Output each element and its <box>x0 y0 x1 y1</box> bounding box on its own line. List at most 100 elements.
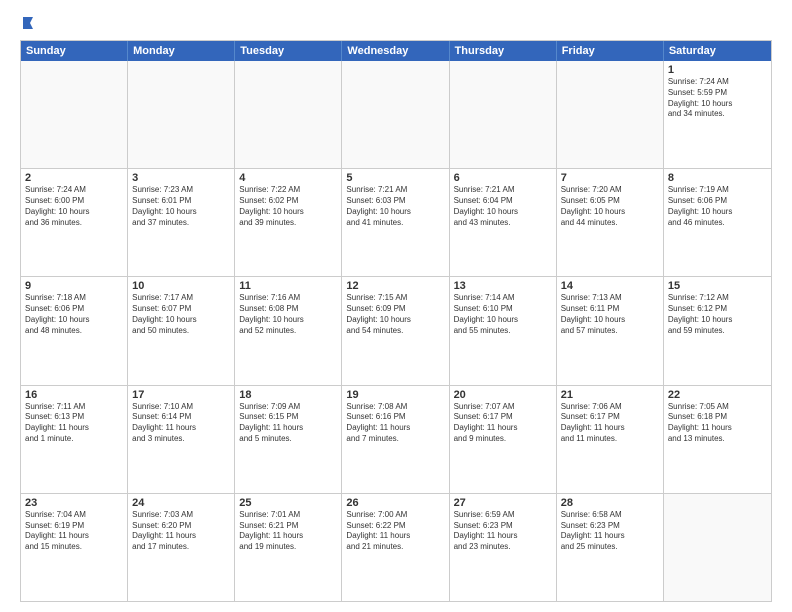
day-number: 16 <box>25 389 123 401</box>
calendar-body: 1Sunrise: 7:24 AM Sunset: 5:59 PM Daylig… <box>21 61 771 601</box>
header-wednesday: Wednesday <box>342 41 449 61</box>
header-monday: Monday <box>128 41 235 61</box>
day-info: Sunrise: 7:10 AM Sunset: 6:14 PM Dayligh… <box>132 402 230 445</box>
table-row: 8Sunrise: 7:19 AM Sunset: 6:06 PM Daylig… <box>664 169 771 276</box>
day-info: Sunrise: 7:16 AM Sunset: 6:08 PM Dayligh… <box>239 293 337 336</box>
header-saturday: Saturday <box>664 41 771 61</box>
table-row: 9Sunrise: 7:18 AM Sunset: 6:06 PM Daylig… <box>21 277 128 384</box>
table-row: 4Sunrise: 7:22 AM Sunset: 6:02 PM Daylig… <box>235 169 342 276</box>
day-info: Sunrise: 7:11 AM Sunset: 6:13 PM Dayligh… <box>25 402 123 445</box>
day-number: 23 <box>25 497 123 509</box>
logo-flag-icon <box>21 16 35 30</box>
table-row <box>557 61 664 168</box>
table-row: 6Sunrise: 7:21 AM Sunset: 6:04 PM Daylig… <box>450 169 557 276</box>
day-info: Sunrise: 7:24 AM Sunset: 6:00 PM Dayligh… <box>25 185 123 228</box>
table-row: 14Sunrise: 7:13 AM Sunset: 6:11 PM Dayli… <box>557 277 664 384</box>
table-row: 16Sunrise: 7:11 AM Sunset: 6:13 PM Dayli… <box>21 386 128 493</box>
calendar-row-0: 1Sunrise: 7:24 AM Sunset: 5:59 PM Daylig… <box>21 61 771 169</box>
day-info: Sunrise: 7:03 AM Sunset: 6:20 PM Dayligh… <box>132 510 230 553</box>
day-number: 7 <box>561 172 659 184</box>
table-row: 13Sunrise: 7:14 AM Sunset: 6:10 PM Dayli… <box>450 277 557 384</box>
day-info: Sunrise: 7:19 AM Sunset: 6:06 PM Dayligh… <box>668 185 767 228</box>
day-info: Sunrise: 7:20 AM Sunset: 6:05 PM Dayligh… <box>561 185 659 228</box>
day-number: 22 <box>668 389 767 401</box>
day-number: 25 <box>239 497 337 509</box>
day-number: 20 <box>454 389 552 401</box>
day-number: 3 <box>132 172 230 184</box>
table-row: 2Sunrise: 7:24 AM Sunset: 6:00 PM Daylig… <box>21 169 128 276</box>
day-info: Sunrise: 7:13 AM Sunset: 6:11 PM Dayligh… <box>561 293 659 336</box>
day-number: 19 <box>346 389 444 401</box>
day-info: Sunrise: 7:07 AM Sunset: 6:17 PM Dayligh… <box>454 402 552 445</box>
day-number: 13 <box>454 280 552 292</box>
day-info: Sunrise: 7:09 AM Sunset: 6:15 PM Dayligh… <box>239 402 337 445</box>
header-thursday: Thursday <box>450 41 557 61</box>
table-row: 3Sunrise: 7:23 AM Sunset: 6:01 PM Daylig… <box>128 169 235 276</box>
day-info: Sunrise: 7:15 AM Sunset: 6:09 PM Dayligh… <box>346 293 444 336</box>
day-number: 14 <box>561 280 659 292</box>
day-number: 12 <box>346 280 444 292</box>
day-number: 9 <box>25 280 123 292</box>
table-row: 19Sunrise: 7:08 AM Sunset: 6:16 PM Dayli… <box>342 386 449 493</box>
calendar-row-3: 16Sunrise: 7:11 AM Sunset: 6:13 PM Dayli… <box>21 386 771 494</box>
table-row: 11Sunrise: 7:16 AM Sunset: 6:08 PM Dayli… <box>235 277 342 384</box>
day-info: Sunrise: 7:18 AM Sunset: 6:06 PM Dayligh… <box>25 293 123 336</box>
header-tuesday: Tuesday <box>235 41 342 61</box>
day-number: 17 <box>132 389 230 401</box>
day-info: Sunrise: 6:58 AM Sunset: 6:23 PM Dayligh… <box>561 510 659 553</box>
day-number: 15 <box>668 280 767 292</box>
page: Sunday Monday Tuesday Wednesday Thursday… <box>0 0 792 612</box>
day-info: Sunrise: 7:05 AM Sunset: 6:18 PM Dayligh… <box>668 402 767 445</box>
day-number: 24 <box>132 497 230 509</box>
day-number: 5 <box>346 172 444 184</box>
day-info: Sunrise: 7:14 AM Sunset: 6:10 PM Dayligh… <box>454 293 552 336</box>
day-number: 11 <box>239 280 337 292</box>
day-number: 2 <box>25 172 123 184</box>
day-info: Sunrise: 7:08 AM Sunset: 6:16 PM Dayligh… <box>346 402 444 445</box>
day-number: 8 <box>668 172 767 184</box>
table-row: 24Sunrise: 7:03 AM Sunset: 6:20 PM Dayli… <box>128 494 235 601</box>
calendar-row-4: 23Sunrise: 7:04 AM Sunset: 6:19 PM Dayli… <box>21 494 771 601</box>
table-row: 25Sunrise: 7:01 AM Sunset: 6:21 PM Dayli… <box>235 494 342 601</box>
day-info: Sunrise: 6:59 AM Sunset: 6:23 PM Dayligh… <box>454 510 552 553</box>
day-info: Sunrise: 7:23 AM Sunset: 6:01 PM Dayligh… <box>132 185 230 228</box>
day-number: 18 <box>239 389 337 401</box>
header-friday: Friday <box>557 41 664 61</box>
day-info: Sunrise: 7:04 AM Sunset: 6:19 PM Dayligh… <box>25 510 123 553</box>
day-number: 4 <box>239 172 337 184</box>
logo <box>20 18 35 32</box>
table-row: 7Sunrise: 7:20 AM Sunset: 6:05 PM Daylig… <box>557 169 664 276</box>
table-row <box>450 61 557 168</box>
header-sunday: Sunday <box>21 41 128 61</box>
calendar-header: Sunday Monday Tuesday Wednesday Thursday… <box>21 41 771 61</box>
day-info: Sunrise: 7:00 AM Sunset: 6:22 PM Dayligh… <box>346 510 444 553</box>
table-row: 1Sunrise: 7:24 AM Sunset: 5:59 PM Daylig… <box>664 61 771 168</box>
table-row: 17Sunrise: 7:10 AM Sunset: 6:14 PM Dayli… <box>128 386 235 493</box>
table-row: 21Sunrise: 7:06 AM Sunset: 6:17 PM Dayli… <box>557 386 664 493</box>
logo-text <box>20 18 35 32</box>
table-row: 28Sunrise: 6:58 AM Sunset: 6:23 PM Dayli… <box>557 494 664 601</box>
table-row: 18Sunrise: 7:09 AM Sunset: 6:15 PM Dayli… <box>235 386 342 493</box>
table-row: 20Sunrise: 7:07 AM Sunset: 6:17 PM Dayli… <box>450 386 557 493</box>
day-number: 10 <box>132 280 230 292</box>
day-number: 26 <box>346 497 444 509</box>
table-row: 12Sunrise: 7:15 AM Sunset: 6:09 PM Dayli… <box>342 277 449 384</box>
table-row: 22Sunrise: 7:05 AM Sunset: 6:18 PM Dayli… <box>664 386 771 493</box>
table-row <box>664 494 771 601</box>
table-row <box>21 61 128 168</box>
calendar: Sunday Monday Tuesday Wednesday Thursday… <box>20 40 772 602</box>
day-info: Sunrise: 7:01 AM Sunset: 6:21 PM Dayligh… <box>239 510 337 553</box>
day-number: 21 <box>561 389 659 401</box>
table-row: 10Sunrise: 7:17 AM Sunset: 6:07 PM Dayli… <box>128 277 235 384</box>
day-info: Sunrise: 7:21 AM Sunset: 6:03 PM Dayligh… <box>346 185 444 228</box>
day-number: 1 <box>668 64 767 76</box>
calendar-row-2: 9Sunrise: 7:18 AM Sunset: 6:06 PM Daylig… <box>21 277 771 385</box>
table-row: 23Sunrise: 7:04 AM Sunset: 6:19 PM Dayli… <box>21 494 128 601</box>
table-row <box>342 61 449 168</box>
day-info: Sunrise: 7:12 AM Sunset: 6:12 PM Dayligh… <box>668 293 767 336</box>
calendar-row-1: 2Sunrise: 7:24 AM Sunset: 6:00 PM Daylig… <box>21 169 771 277</box>
day-info: Sunrise: 7:21 AM Sunset: 6:04 PM Dayligh… <box>454 185 552 228</box>
day-number: 6 <box>454 172 552 184</box>
day-info: Sunrise: 7:06 AM Sunset: 6:17 PM Dayligh… <box>561 402 659 445</box>
header <box>20 18 772 32</box>
